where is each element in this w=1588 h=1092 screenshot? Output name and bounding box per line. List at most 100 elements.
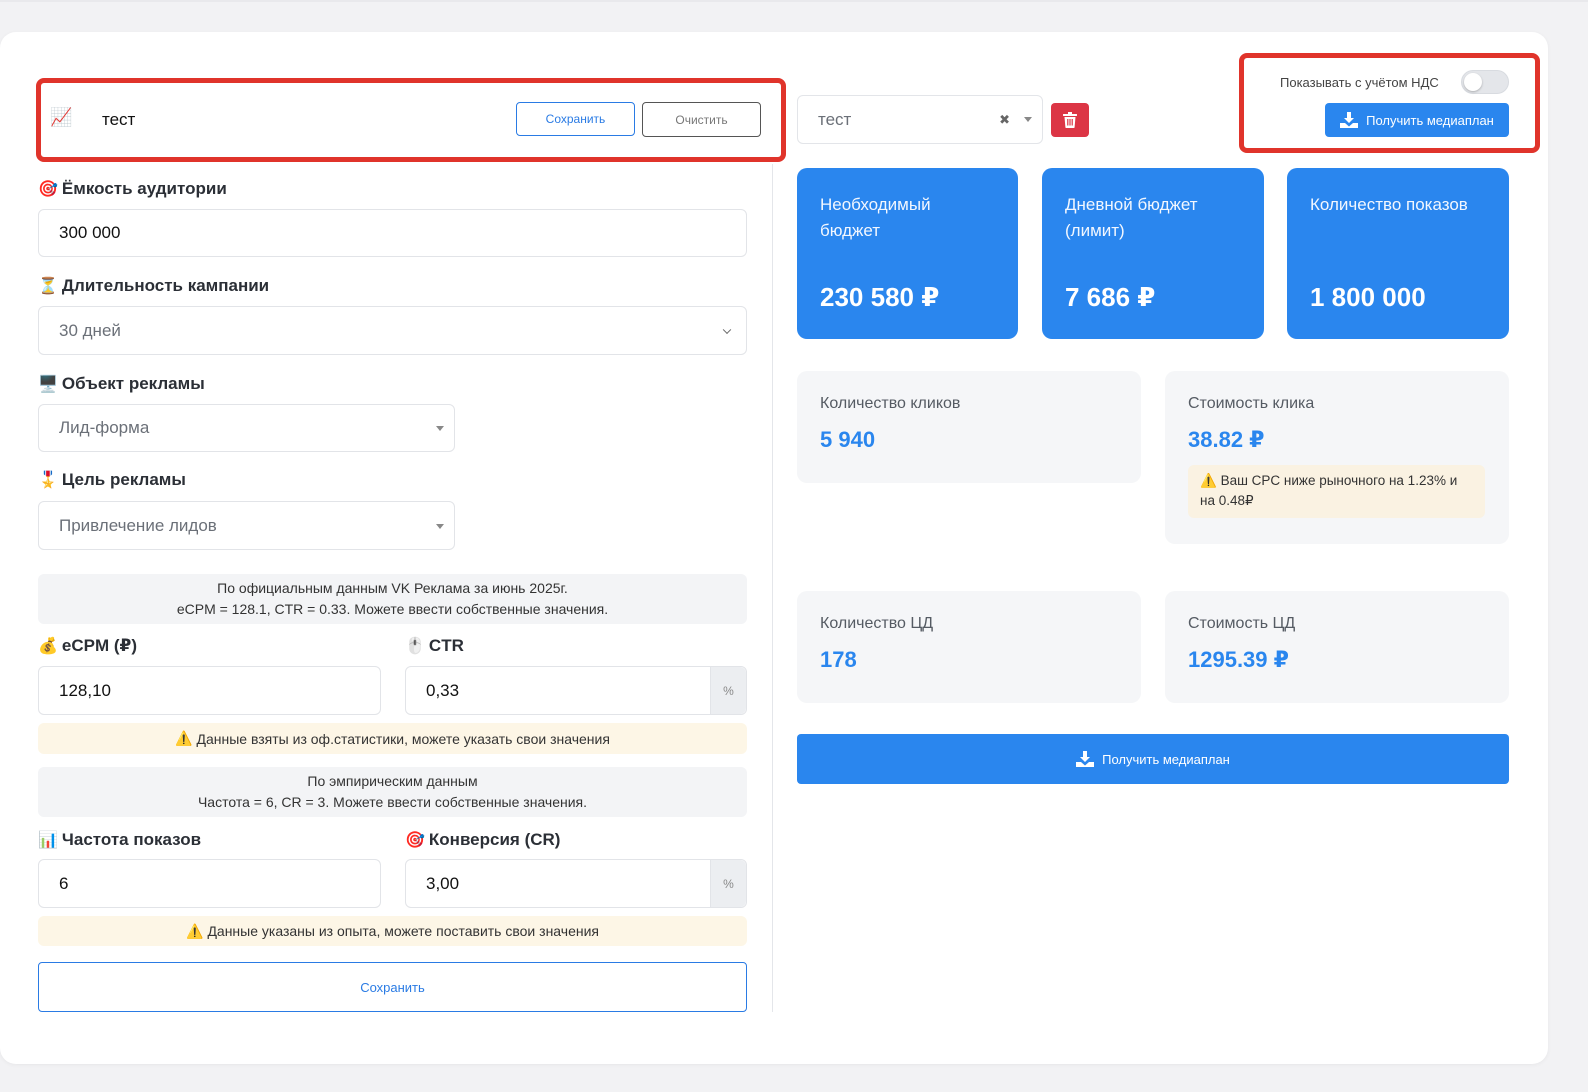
clear-plan-button[interactable]: Очистить — [642, 102, 761, 137]
daily-budget-label: Дневной бюджет (лимит) — [1065, 195, 1198, 240]
clicks-value: 5 940 — [820, 427, 876, 452]
mouse-icon: 🖱️ — [405, 638, 425, 655]
budget-card: Необходимый бюджет 230 580 ₽ — [797, 168, 1018, 339]
ad-object-value: Лид-форма — [59, 418, 150, 437]
ad-goal-value: Привлечение лидов — [59, 515, 217, 535]
audience-label-text: Ёмкость аудитории — [61, 179, 227, 198]
ecpm-label-text: eCPM (₽) — [61, 636, 138, 655]
conversions-card: Количество ЦД 178 — [797, 591, 1141, 703]
ad-object-select[interactable]: Лид-форма — [38, 404, 455, 452]
cpc-market-note: ⚠️ Ваш CPC ниже рыночного на 1.23% и на … — [1188, 465, 1485, 518]
official-data-warning: ⚠️ Данные взяты из оф.статистики, можете… — [38, 723, 747, 754]
cr-input[interactable]: 3,00 % — [405, 859, 747, 908]
ctr-label: 🖱️ CTR — [405, 636, 464, 656]
empirical-warning-text: Данные указаны из опыта, можете поставит… — [207, 923, 599, 939]
clear-selection-icon[interactable]: ✖ — [999, 112, 1010, 128]
frequency-label: 📊 Частота показов — [38, 830, 201, 850]
target-icon: 🎯 — [38, 181, 58, 198]
plan-selector[interactable]: тест ✖ — [797, 95, 1043, 144]
ecpm-value: 128,10 — [59, 680, 111, 700]
cost-per-conversion-value: 1295.39 ₽ — [1188, 647, 1289, 672]
trash-icon — [1063, 112, 1077, 128]
cr-label-text: Конверсия (CR) — [428, 830, 561, 849]
dropdown-caret-icon — [436, 426, 444, 431]
empirical-data-info: По эмпирическим данным Частота = 6, CR =… — [38, 767, 747, 817]
ad-object-label: 🖥️ Объект рекламы — [38, 374, 205, 394]
duration-select[interactable]: 30 дней — [38, 306, 747, 355]
duration-label: ⏳ Длительность кампании — [38, 276, 269, 296]
official-info-line1: По официальным данным VK Реклама за июнь… — [217, 579, 568, 596]
medal-icon: 🎖️ — [38, 472, 58, 489]
daily-budget-card: Дневной бюджет (лимит) 7 686 ₽ — [1042, 168, 1264, 339]
get-mediaplan-label-bottom: Получить медиаплан — [1102, 751, 1230, 767]
cpc-note-text: Ваш CPC ниже рыночного на 1.23% и на 0.4… — [1200, 473, 1458, 509]
official-data-info: По официальным данным VK Реклама за июнь… — [38, 574, 747, 624]
conversions-label: Количество ЦД — [820, 615, 934, 632]
empirical-data-warning: ⚠️ Данные указаны из опыта, можете поста… — [38, 916, 747, 946]
monitor-icon: 🖥️ — [38, 376, 58, 393]
frequency-input[interactable]: 6 — [38, 859, 381, 908]
column-divider — [772, 164, 773, 1012]
bar-chart-icon: 📊 — [38, 832, 58, 849]
vat-toggle-knob — [1464, 73, 1482, 91]
cpc-value: 38.82 ₽ — [1188, 427, 1265, 452]
impressions-label: Количество показов — [1310, 195, 1468, 214]
ad-object-label-text: Объект рекламы — [61, 374, 205, 393]
ecpm-label: 💰 eCPM (₽) — [38, 636, 137, 656]
budget-label: Необходимый бюджет — [820, 195, 931, 240]
ad-goal-label-text: Цель рекламы — [61, 470, 186, 489]
cost-per-conversion-label: Стоимость ЦД — [1188, 615, 1296, 632]
clicks-card: Количество кликов 5 940 — [797, 371, 1141, 483]
vat-toggle-label: Показывать с учётом НДС — [1280, 75, 1439, 90]
save-plan-button[interactable]: Сохранить — [516, 102, 635, 136]
percent-addon: % — [710, 667, 746, 714]
impressions-card: Количество показов 1 800 000 — [1287, 168, 1509, 339]
delete-plan-button[interactable] — [1051, 103, 1089, 137]
budget-value: 230 580 ₽ — [820, 282, 940, 312]
vat-toggle[interactable] — [1461, 70, 1509, 94]
money-bag-icon: 💰 — [38, 638, 58, 655]
download-icon — [1076, 751, 1095, 767]
conversions-value: 178 — [820, 647, 857, 672]
clicks-label: Количество кликов — [820, 395, 961, 412]
mediaplan-card: 📈 тест Сохранить Очистить тест ✖ Показыв… — [0, 32, 1548, 1064]
cost-per-conversion-card: Стоимость ЦД 1295.39 ₽ — [1165, 591, 1509, 703]
frequency-value: 6 — [59, 873, 69, 893]
ctr-value: 0,33 — [426, 680, 460, 700]
official-warning-text: Данные взяты из оф.статистики, можете ук… — [196, 730, 610, 747]
frequency-label-text: Частота показов — [61, 830, 202, 849]
get-mediaplan-button-bottom[interactable]: Получить медиаплан — [797, 734, 1509, 784]
target-icon: 🎯 — [405, 832, 425, 849]
audience-value: 300 000 — [59, 223, 121, 242]
dropdown-caret-icon — [436, 523, 444, 529]
get-mediaplan-label-top: Получить медиаплан — [1366, 112, 1494, 128]
official-info-line2: eCPM = 128.1, CTR = 0.33. Можете ввести … — [176, 601, 609, 617]
ad-goal-select[interactable]: Привлечение лидов — [38, 501, 455, 550]
empirical-info-line1: По эмпирическим данным — [307, 772, 478, 789]
impressions-value: 1 800 000 — [1310, 282, 1426, 312]
audience-input[interactable]: 300 000 — [38, 209, 747, 257]
save-form-button[interactable]: Сохранить — [38, 962, 747, 1012]
ctr-label-text: CTR — [428, 636, 464, 655]
warning-icon: ⚠️ — [1200, 473, 1217, 488]
cpc-card: Стоимость клика 38.82 ₽ ⚠️ Ваш CPC ниже … — [1165, 371, 1509, 544]
audience-label: 🎯 Ёмкость аудитории — [38, 179, 227, 199]
empirical-info-line2: Частота = 6, CR = 3. Можете ввести собст… — [197, 794, 588, 810]
cr-value: 3,00 — [426, 873, 460, 893]
daily-budget-value: 7 686 ₽ — [1065, 282, 1156, 312]
ctr-input[interactable]: 0,33 % — [405, 666, 747, 715]
dropdown-caret-icon[interactable] — [1024, 117, 1032, 122]
duration-label-text: Длительность кампании — [61, 276, 270, 295]
get-mediaplan-button-top[interactable]: Получить медиаплан — [1325, 103, 1509, 137]
ad-goal-label: 🎖️ Цель рекламы — [38, 470, 186, 490]
cr-label: 🎯 Конверсия (CR) — [405, 830, 560, 850]
warning-icon: ⚠️ — [175, 730, 193, 746]
top-border — [0, 0, 1588, 2]
chart-increasing-icon: 📈 — [50, 107, 73, 127]
ecpm-input[interactable]: 128,10 — [38, 666, 381, 715]
chevron-down-icon — [722, 325, 732, 334]
download-icon — [1340, 112, 1359, 128]
warning-icon: ⚠️ — [186, 922, 204, 939]
plan-name-input[interactable]: тест — [102, 110, 135, 130]
plan-selector-value: тест — [818, 109, 852, 129]
